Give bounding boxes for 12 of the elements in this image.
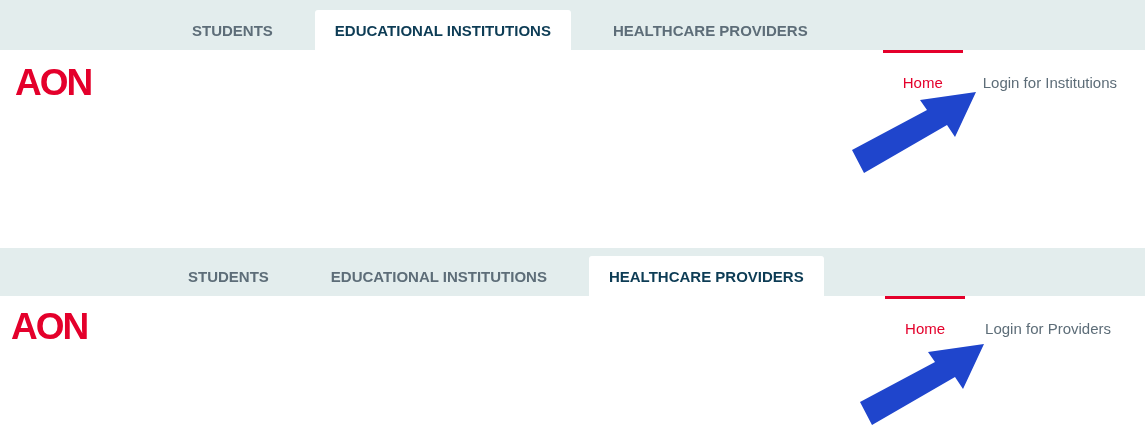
tab[interactable]: HEALTHCARE PROVIDERS — [592, 10, 828, 50]
logo[interactable]: AON — [11, 308, 88, 345]
tab[interactable]: HEALTHCARE PROVIDERS — [588, 256, 824, 296]
tab[interactable]: EDUCATIONAL INSTITUTIONS — [310, 256, 567, 296]
tab[interactable]: EDUCATIONAL INSTITUTIONS — [314, 10, 571, 50]
nav-link[interactable]: Home — [882, 50, 963, 91]
nav-link[interactable]: Home — [885, 296, 966, 337]
tab[interactable]: STUDENTS — [168, 256, 289, 296]
logo[interactable]: AON — [15, 64, 92, 101]
tab[interactable]: STUDENTS — [172, 10, 293, 50]
nav-link[interactable]: Login for Providers — [965, 296, 1131, 337]
nav-link[interactable]: Login for Institutions — [962, 50, 1137, 91]
